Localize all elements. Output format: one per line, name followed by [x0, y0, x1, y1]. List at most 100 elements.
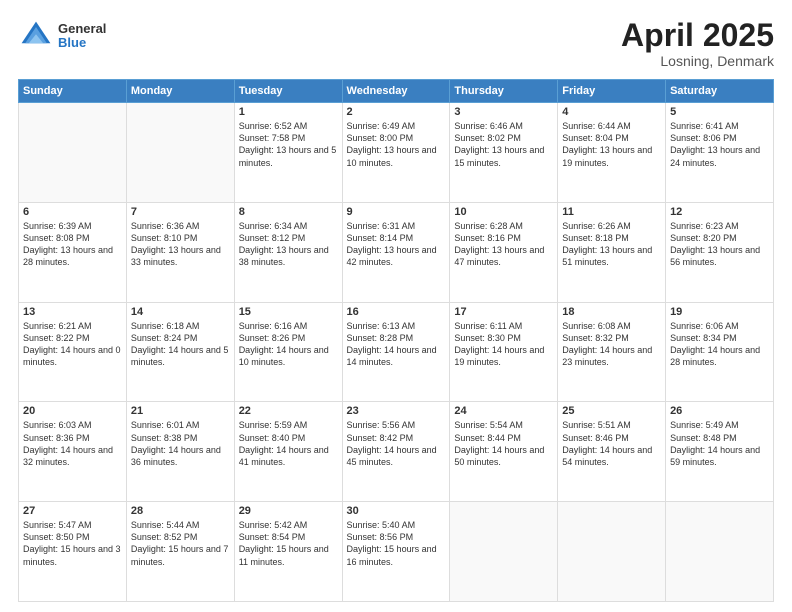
weekday-header-sunday: Sunday [19, 80, 127, 103]
calendar-cell: 1 Sunrise: 6:52 AM Sunset: 7:58 PM Daylig… [234, 103, 342, 203]
day-number: 23 [347, 405, 446, 417]
day-number: 2 [347, 106, 446, 118]
calendar-cell: 15 Sunrise: 6:16 AM Sunset: 8:26 PM Dayli… [234, 302, 342, 402]
weekday-header-monday: Monday [126, 80, 234, 103]
calendar-cell: 25Sunrise: 5:51 AM Sunset: 8:46 PM Dayli… [558, 402, 666, 502]
calendar-cell: 16 Sunrise: 6:13 AM Sunset: 8:28 PM Dayli… [342, 302, 450, 402]
calendar-cell [558, 502, 666, 602]
calendar-row-2: 13Sunrise: 6:21 AM Sunset: 8:22 PM Dayli… [19, 302, 774, 402]
weekday-header-wednesday: Wednesday [342, 80, 450, 103]
calendar-cell [19, 103, 127, 203]
header: General Blue April 2025 Losning, Denmark [18, 18, 774, 69]
calendar-cell: 26 Sunrise: 5:49 AM Sunset: 8:48 PM Dayli… [666, 402, 774, 502]
calendar-cell: 27 Sunrise: 5:47 AM Sunset: 8:50 PM Dayli… [19, 502, 127, 602]
day-number: 21 [131, 405, 230, 417]
day-number: 3 [454, 106, 553, 118]
day-number: 15 [239, 306, 338, 318]
title-block: April 2025 Losning, Denmark [621, 18, 774, 69]
logo: General Blue [18, 18, 106, 54]
day-number: 30 [347, 505, 446, 517]
logo-text: General Blue [58, 22, 106, 51]
calendar-cell: 4 Sunrise: 6:44 AM Sunset: 8:04 PM Daylig… [558, 103, 666, 203]
day-info: Sunrise: 6:34 AM Sunset: 8:12 PM Dayligh… [239, 220, 338, 269]
day-number: 6 [23, 206, 122, 218]
day-info: Sunrise: 6:26 AM Sunset: 8:18 PM Dayligh… [562, 220, 661, 269]
day-info: Sunrise: 6:11 AM Sunset: 8:30 PM Dayligh… [454, 320, 553, 369]
day-number: 19 [670, 306, 769, 318]
calendar-row-3: 20 Sunrise: 6:03 AM Sunset: 8:36 PM Dayli… [19, 402, 774, 502]
calendar-cell: 8 Sunrise: 6:34 AM Sunset: 8:12 PM Daylig… [234, 202, 342, 302]
calendar-cell: 9Sunrise: 6:31 AM Sunset: 8:14 PM Daylig… [342, 202, 450, 302]
weekday-header-tuesday: Tuesday [234, 80, 342, 103]
day-info: Sunrise: 6:21 AM Sunset: 8:22 PM Dayligh… [23, 320, 122, 369]
day-number: 11 [562, 206, 661, 218]
day-info: Sunrise: 6:08 AM Sunset: 8:32 PM Dayligh… [562, 320, 661, 369]
calendar-cell: 28 Sunrise: 5:44 AM Sunset: 8:52 PM Dayli… [126, 502, 234, 602]
calendar-cell: 12 Sunrise: 6:23 AM Sunset: 8:20 PM Dayli… [666, 202, 774, 302]
day-info: Sunrise: 5:59 AM Sunset: 8:40 PM Dayligh… [239, 419, 338, 468]
calendar-row-4: 27 Sunrise: 5:47 AM Sunset: 8:50 PM Dayli… [19, 502, 774, 602]
logo-icon [18, 18, 54, 54]
calendar-cell: 19Sunrise: 6:06 AM Sunset: 8:34 PM Dayli… [666, 302, 774, 402]
day-number: 4 [562, 106, 661, 118]
calendar-cell: 23 Sunrise: 5:56 AM Sunset: 8:42 PM Dayli… [342, 402, 450, 502]
calendar-cell: 7 Sunrise: 6:36 AM Sunset: 8:10 PM Daylig… [126, 202, 234, 302]
day-number: 9 [347, 206, 446, 218]
weekday-header-friday: Friday [558, 80, 666, 103]
day-info: Sunrise: 5:44 AM Sunset: 8:52 PM Dayligh… [131, 519, 230, 568]
day-number: 5 [670, 106, 769, 118]
day-info: Sunrise: 6:52 AM Sunset: 7:58 PM Dayligh… [239, 120, 338, 169]
day-number: 20 [23, 405, 122, 417]
day-info: Sunrise: 6:28 AM Sunset: 8:16 PM Dayligh… [454, 220, 553, 269]
calendar-cell: 3 Sunrise: 6:46 AM Sunset: 8:02 PM Daylig… [450, 103, 558, 203]
calendar-row-0: 1 Sunrise: 6:52 AM Sunset: 7:58 PM Daylig… [19, 103, 774, 203]
calendar-cell: 30 Sunrise: 5:40 AM Sunset: 8:56 PM Dayli… [342, 502, 450, 602]
day-number: 16 [347, 306, 446, 318]
calendar-cell: 18 Sunrise: 6:08 AM Sunset: 8:32 PM Dayli… [558, 302, 666, 402]
calendar-table: SundayMondayTuesdayWednesdayThursdayFrid… [18, 79, 774, 602]
calendar-cell: 21Sunrise: 6:01 AM Sunset: 8:38 PM Dayli… [126, 402, 234, 502]
day-info: Sunrise: 5:54 AM Sunset: 8:44 PM Dayligh… [454, 419, 553, 468]
day-info: Sunrise: 6:39 AM Sunset: 8:08 PM Dayligh… [23, 220, 122, 269]
day-number: 28 [131, 505, 230, 517]
weekday-header-thursday: Thursday [450, 80, 558, 103]
day-info: Sunrise: 6:03 AM Sunset: 8:36 PM Dayligh… [23, 419, 122, 468]
day-number: 12 [670, 206, 769, 218]
day-info: Sunrise: 5:56 AM Sunset: 8:42 PM Dayligh… [347, 419, 446, 468]
day-number: 1 [239, 106, 338, 118]
day-info: Sunrise: 6:44 AM Sunset: 8:04 PM Dayligh… [562, 120, 661, 169]
day-number: 14 [131, 306, 230, 318]
calendar-row-1: 6 Sunrise: 6:39 AM Sunset: 8:08 PM Daylig… [19, 202, 774, 302]
calendar-cell [450, 502, 558, 602]
day-info: Sunrise: 6:49 AM Sunset: 8:00 PM Dayligh… [347, 120, 446, 169]
logo-blue: Blue [58, 36, 106, 50]
weekday-header-row: SundayMondayTuesdayWednesdayThursdayFrid… [19, 80, 774, 103]
calendar-cell [666, 502, 774, 602]
day-info: Sunrise: 6:23 AM Sunset: 8:20 PM Dayligh… [670, 220, 769, 269]
day-number: 29 [239, 505, 338, 517]
calendar-cell [126, 103, 234, 203]
day-info: Sunrise: 6:18 AM Sunset: 8:24 PM Dayligh… [131, 320, 230, 369]
calendar-cell: 24Sunrise: 5:54 AM Sunset: 8:44 PM Dayli… [450, 402, 558, 502]
calendar-cell: 6 Sunrise: 6:39 AM Sunset: 8:08 PM Daylig… [19, 202, 127, 302]
calendar-cell: 22 Sunrise: 5:59 AM Sunset: 8:40 PM Dayli… [234, 402, 342, 502]
day-number: 8 [239, 206, 338, 218]
day-number: 26 [670, 405, 769, 417]
page: General Blue April 2025 Losning, Denmark… [0, 0, 792, 612]
subtitle: Losning, Denmark [621, 53, 774, 69]
day-info: Sunrise: 6:13 AM Sunset: 8:28 PM Dayligh… [347, 320, 446, 369]
day-info: Sunrise: 5:40 AM Sunset: 8:56 PM Dayligh… [347, 519, 446, 568]
day-info: Sunrise: 5:49 AM Sunset: 8:48 PM Dayligh… [670, 419, 769, 468]
day-info: Sunrise: 5:51 AM Sunset: 8:46 PM Dayligh… [562, 419, 661, 468]
logo-general: General [58, 22, 106, 36]
day-info: Sunrise: 5:47 AM Sunset: 8:50 PM Dayligh… [23, 519, 122, 568]
day-number: 22 [239, 405, 338, 417]
day-number: 7 [131, 206, 230, 218]
day-info: Sunrise: 6:36 AM Sunset: 8:10 PM Dayligh… [131, 220, 230, 269]
day-number: 27 [23, 505, 122, 517]
day-info: Sunrise: 6:16 AM Sunset: 8:26 PM Dayligh… [239, 320, 338, 369]
day-number: 10 [454, 206, 553, 218]
day-number: 17 [454, 306, 553, 318]
day-number: 18 [562, 306, 661, 318]
day-info: Sunrise: 6:46 AM Sunset: 8:02 PM Dayligh… [454, 120, 553, 169]
